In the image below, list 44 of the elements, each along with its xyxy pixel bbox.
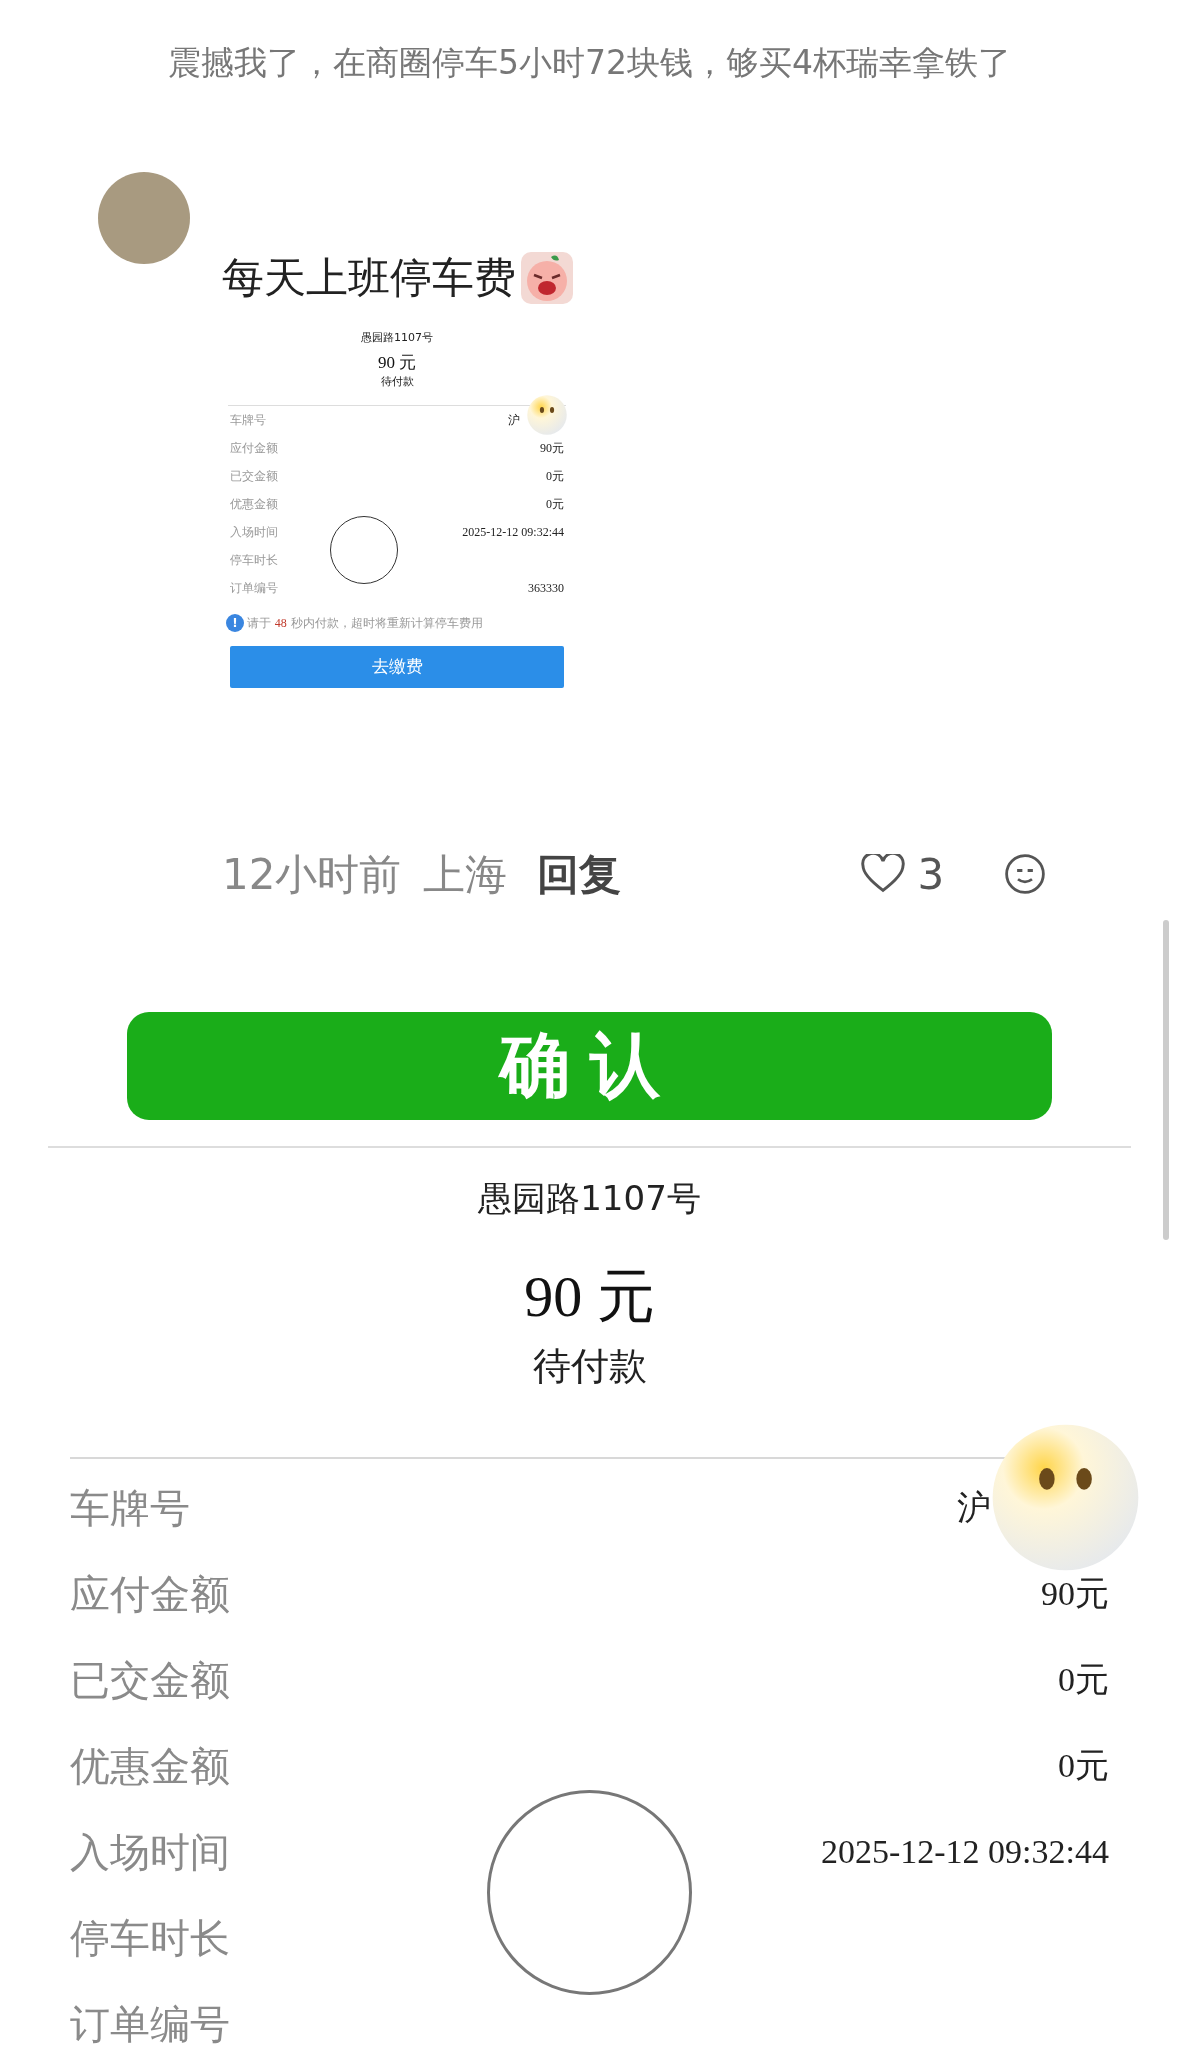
parking-address: 愚园路1107号: [478, 1176, 701, 1220]
field-value: 2025-12-12 09:32:44: [462, 523, 564, 541]
field-label: 车牌号: [230, 411, 266, 429]
smiley-icon[interactable]: [1004, 853, 1047, 895]
heart-icon[interactable]: [861, 854, 906, 894]
field-label: 入场时间: [70, 1827, 230, 1877]
comment-location: 上海: [423, 848, 508, 901]
field-value: 沪: [957, 1488, 991, 1528]
field-label: 已交金额: [230, 467, 278, 485]
field-value: 90元: [1041, 1574, 1109, 1614]
field-value: 0元: [546, 495, 564, 513]
field-value: 2025-12-12 09:32:44: [820, 1832, 1109, 1872]
pay-button[interactable]: 去缴费: [230, 645, 564, 688]
field-value: 0元: [1058, 1746, 1109, 1786]
payment-status: 待付款: [380, 374, 414, 390]
parking-address: 愚园路1107号: [361, 329, 433, 346]
amount-due: 90 元: [524, 1262, 655, 1331]
field-label: 已交金额: [70, 1655, 230, 1705]
field-label: 入场时间: [230, 523, 278, 541]
field-value: 363330: [528, 579, 564, 597]
confirm-button[interactable]: 确认: [127, 1011, 1052, 1120]
field-label: 优惠金额: [230, 495, 278, 513]
payment-notice: ! 请于 48 秒内付款，超时将重新计算停车费用: [226, 613, 572, 632]
field-value: 0元: [1058, 1660, 1109, 1700]
field-label: 优惠金额: [70, 1741, 230, 1791]
like-count: 3: [917, 848, 945, 901]
field-label: 停车时长: [230, 551, 278, 569]
field-label: 订单编号: [70, 1999, 230, 2049]
field-value: 90元: [540, 439, 564, 457]
reply-link[interactable]: 回复: [537, 842, 622, 906]
comment-time: 12小时前: [222, 848, 402, 901]
comment-text: 每天上班停车费: [222, 251, 516, 304]
field-label: 应付金额: [230, 439, 278, 457]
payment-status: 待付款: [532, 1342, 647, 1390]
field-label: 停车时长: [70, 1913, 230, 1963]
post-text: 震撼我了，在商圈停车5小时72块钱，够买4杯瑞幸拿铁了: [168, 42, 1011, 84]
field-value: 沪: [508, 411, 520, 429]
field-label: 应付金额: [70, 1569, 230, 1619]
emoji-sticker: [526, 393, 568, 436]
field-value: 0元: [546, 467, 564, 485]
amount-due: 90 元: [377, 352, 417, 374]
field-label: 订单编号: [230, 579, 278, 597]
field-label: 车牌号: [70, 1483, 190, 1533]
crying-emoji-icon: [520, 250, 574, 305]
